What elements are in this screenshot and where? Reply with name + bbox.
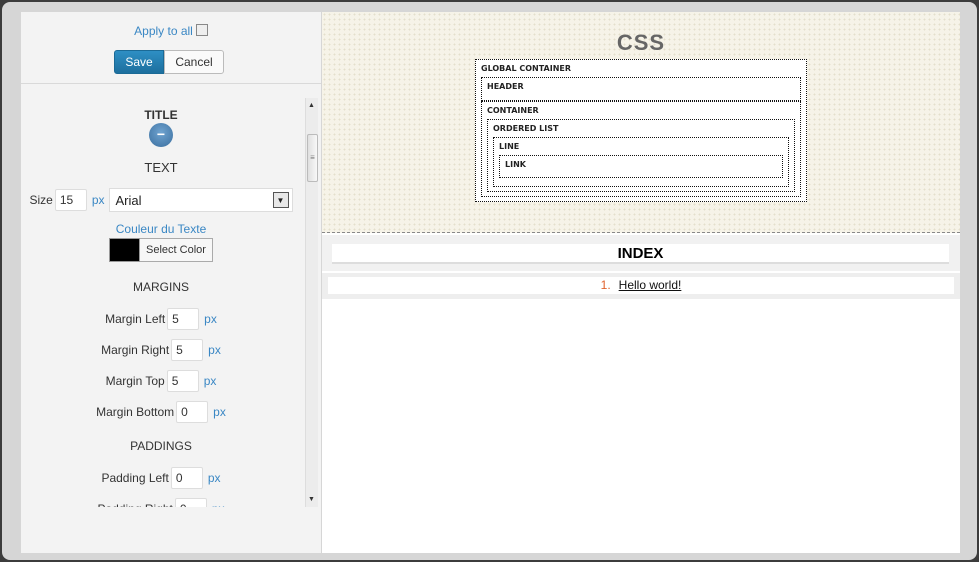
box-label: GLOBAL CONTAINER bbox=[481, 64, 572, 73]
size-label: Size bbox=[29, 193, 53, 207]
size-input[interactable]: 15 bbox=[54, 189, 87, 211]
margins-heading: MARGINS bbox=[132, 280, 189, 294]
collapse-icon[interactable]: − bbox=[149, 123, 173, 147]
box-header[interactable]: HEADER bbox=[481, 77, 801, 101]
color-label: Couleur du Texte bbox=[115, 222, 207, 236]
color-swatch[interactable] bbox=[109, 238, 141, 262]
css-title: CSS bbox=[616, 30, 666, 55]
preview-pane: CSS GLOBAL CONTAINER HEADER CONTAINER OR… bbox=[322, 12, 960, 553]
section-text: TEXT bbox=[144, 160, 178, 175]
box-link[interactable]: LINK bbox=[499, 155, 783, 178]
list-item: 1. Hello world! bbox=[328, 277, 954, 294]
select-color-button[interactable]: Select Color bbox=[140, 238, 213, 262]
section-title: TITLE bbox=[144, 108, 178, 122]
field-label: Padding Right bbox=[97, 502, 172, 507]
px-unit: px bbox=[207, 471, 221, 485]
scrollbar[interactable]: ▲ ≡ ▼ bbox=[305, 98, 318, 507]
field-row: Margin Bottom 0 px bbox=[21, 401, 301, 423]
px-unit: px bbox=[203, 374, 217, 388]
apply-label: Apply to all bbox=[134, 24, 193, 38]
panel-header: Apply to all Save Cancel bbox=[21, 12, 321, 84]
box-label: LINE bbox=[499, 142, 520, 151]
box-label: LINK bbox=[505, 160, 526, 169]
px-unit: px bbox=[204, 312, 217, 326]
field-row: Padding Right0 px bbox=[21, 498, 301, 507]
field-label: Padding Left bbox=[101, 471, 169, 485]
field-input[interactable]: 5 bbox=[166, 370, 199, 392]
font-value: Arial bbox=[115, 193, 142, 208]
field-row: Padding Left 0 px bbox=[21, 467, 301, 489]
field-input[interactable]: 0 bbox=[174, 498, 207, 507]
field-row: Margin Right 5 px bbox=[21, 339, 301, 361]
panel-scroll-area: TITLE − TEXT Size 15 px Arial ▼ Couleur d… bbox=[21, 98, 321, 507]
field-label: Margin Left bbox=[105, 312, 166, 326]
px-unit: px bbox=[91, 193, 105, 207]
box-label: HEADER bbox=[487, 82, 524, 91]
field-row: Margin Top 5 px bbox=[21, 370, 301, 392]
index-header: INDEX bbox=[332, 244, 949, 264]
field-input[interactable]: 0 bbox=[176, 401, 209, 423]
apply-to-all-checkbox[interactable] bbox=[195, 24, 208, 36]
structure-view: CSS GLOBAL CONTAINER HEADER CONTAINER OR… bbox=[322, 12, 960, 233]
scroll-down-icon[interactable]: ▼ bbox=[308, 496, 315, 503]
field-label: Margin Top bbox=[105, 374, 165, 388]
chevron-down-icon[interactable]: ▼ bbox=[272, 192, 289, 208]
scrollbar-thumb[interactable]: ≡ bbox=[307, 134, 318, 182]
list-number: 1. bbox=[600, 278, 611, 292]
box-label: CONTAINER bbox=[487, 106, 539, 115]
box-label: ORDERED LIST bbox=[493, 124, 559, 133]
field-input[interactable]: 0 bbox=[170, 467, 203, 489]
field-input[interactable]: 5 bbox=[171, 339, 204, 361]
cancel-button[interactable]: Cancel bbox=[164, 50, 224, 74]
field-row: Margin Left 5 px bbox=[21, 308, 301, 330]
ordered-list: 1. Hello world! bbox=[322, 273, 960, 299]
px-unit: px bbox=[208, 343, 221, 357]
apply-to-all[interactable]: Apply to all bbox=[21, 24, 321, 38]
field-label: Margin Bottom bbox=[96, 405, 175, 419]
font-select[interactable]: Arial ▼ bbox=[108, 188, 293, 212]
hello-world-link[interactable]: Hello world! bbox=[619, 278, 682, 292]
px-unit: px bbox=[213, 405, 226, 419]
field-label: Margin Right bbox=[101, 343, 170, 357]
paddings-heading: PADDINGS bbox=[130, 439, 192, 453]
save-button[interactable]: Save bbox=[114, 50, 164, 74]
style-panel: Apply to all Save Cancel TITLE − TEXT Siz… bbox=[21, 12, 321, 553]
field-input[interactable]: 5 bbox=[167, 308, 200, 330]
scroll-up-icon[interactable]: ▲ bbox=[308, 102, 315, 109]
px-unit: px bbox=[212, 502, 225, 507]
window: Apply to all Save Cancel TITLE − TEXT Siz… bbox=[2, 2, 977, 560]
